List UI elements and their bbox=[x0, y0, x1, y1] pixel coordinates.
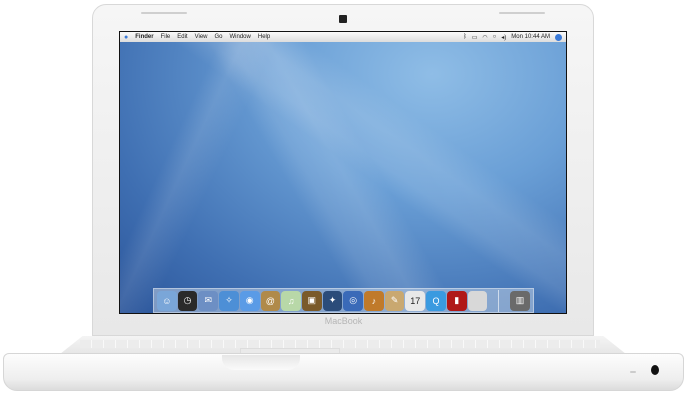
photo-booth-icon[interactable]: ▮ bbox=[446, 290, 467, 311]
laptop-base bbox=[3, 353, 684, 391]
finder-icon[interactable]: ☺ bbox=[157, 290, 177, 311]
desktop: ● Finder File Edit View Go Window Help ᛒ… bbox=[120, 32, 566, 313]
infrared-port bbox=[651, 365, 659, 375]
keyboard bbox=[80, 340, 600, 348]
menu-go[interactable]: Go bbox=[215, 34, 223, 40]
quicktime-icon[interactable]: Q bbox=[426, 290, 446, 311]
menu-view[interactable]: View bbox=[195, 34, 208, 40]
garageband-icon[interactable]: ♪ bbox=[364, 290, 384, 311]
iphoto-icon[interactable]: ▣ bbox=[301, 290, 322, 311]
apple-icon[interactable]: ● bbox=[124, 34, 128, 41]
safari-icon[interactable]: ✧ bbox=[219, 290, 239, 311]
menu-help[interactable]: Help bbox=[258, 34, 270, 40]
menu-file[interactable]: File bbox=[161, 34, 171, 40]
dock-separator bbox=[498, 289, 500, 312]
spotlight-icon[interactable] bbox=[555, 33, 562, 41]
ical-icon[interactable]: 17 bbox=[405, 290, 426, 311]
volume-icon[interactable]: ◂) bbox=[501, 34, 506, 41]
mail-icon[interactable]: ✉ bbox=[198, 290, 219, 311]
lid-latch-notch bbox=[222, 355, 300, 370]
address-book-icon[interactable]: @ bbox=[260, 290, 281, 311]
speaker-right bbox=[499, 12, 545, 14]
sync-icon[interactable]: ○ bbox=[493, 34, 497, 40]
bluetooth-icon[interactable]: ᛒ bbox=[463, 34, 467, 40]
menu-edit[interactable]: Edit bbox=[177, 34, 187, 40]
sleep-indicator-light bbox=[630, 371, 636, 373]
screen: ● Finder File Edit View Go Window Help ᛒ… bbox=[119, 31, 567, 314]
speaker-left bbox=[141, 12, 187, 14]
wifi-icon[interactable]: ◠ bbox=[482, 34, 487, 41]
system-preferences-icon[interactable] bbox=[467, 290, 488, 311]
ichat-icon[interactable]: ◉ bbox=[239, 290, 260, 311]
menu-finder[interactable]: Finder bbox=[135, 34, 153, 40]
idvd-icon[interactable]: ◎ bbox=[343, 290, 364, 311]
brand-label: MacBook bbox=[324, 316, 363, 326]
trash-icon[interactable]: ▥ bbox=[510, 290, 530, 311]
camera-icon bbox=[339, 15, 347, 23]
dashboard-icon[interactable]: ◷ bbox=[177, 290, 198, 311]
menu-bar: ● Finder File Edit View Go Window Help ᛒ… bbox=[120, 32, 566, 42]
imovie-icon[interactable]: ✦ bbox=[322, 290, 343, 311]
dock: ☺ ◷ ✉ ✧ ◉ @ ♫ ▣ ✦ ◎ ♪ ✎ 17 Q ▮ ▥ bbox=[153, 288, 534, 313]
battery-icon[interactable]: ▭ bbox=[472, 34, 478, 41]
itunes-icon[interactable]: ♫ bbox=[281, 290, 301, 311]
iweb-icon[interactable]: ✎ bbox=[384, 290, 405, 311]
clock[interactable]: Mon 10:44 AM bbox=[511, 34, 550, 40]
menu-window[interactable]: Window bbox=[230, 34, 251, 40]
